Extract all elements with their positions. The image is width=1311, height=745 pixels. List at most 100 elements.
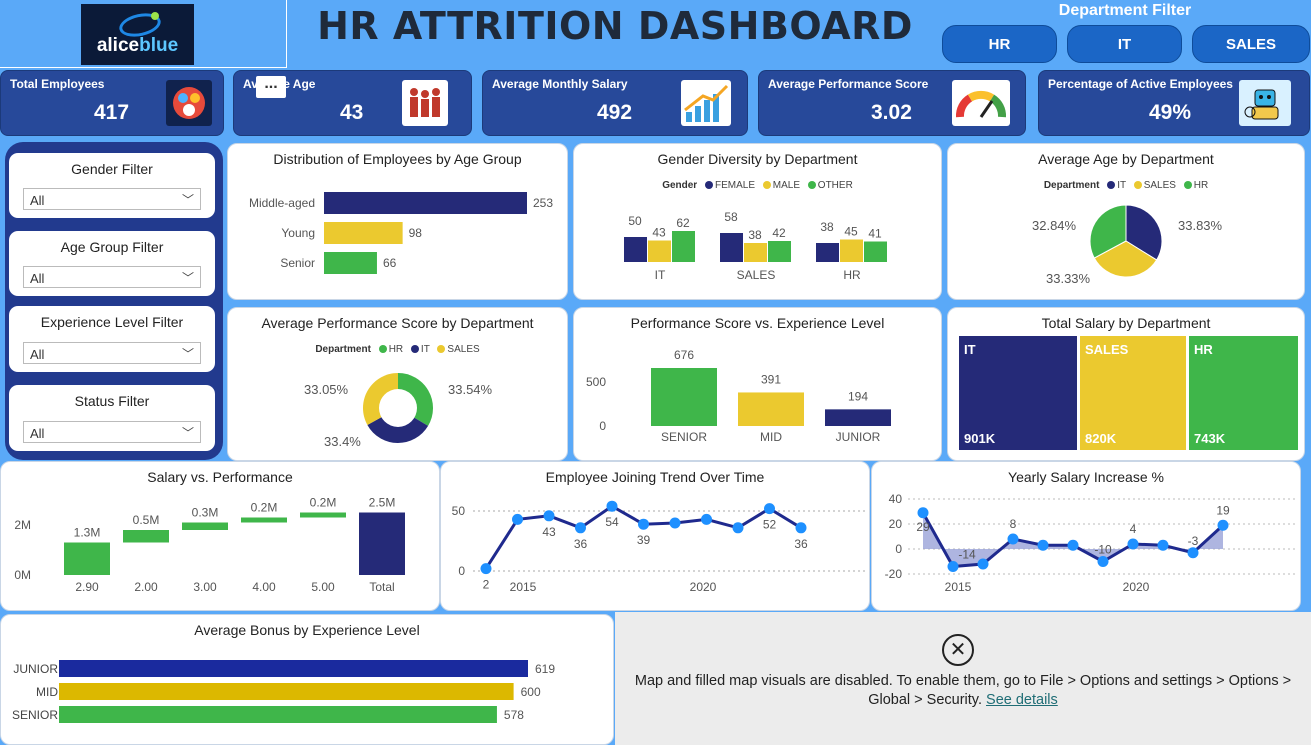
perf-department-donut: 33.54% 33.4% 33.05%: [304, 373, 493, 449]
map-message-text: Map and filled map visuals are disabled.…: [634, 673, 1292, 708]
category-label: Young: [281, 226, 315, 240]
see-details-link[interactable]: See details: [986, 692, 1058, 708]
category-label: SENIOR: [12, 708, 58, 722]
treemap-cell-sales[interactable]: SALES 820K: [1080, 336, 1188, 450]
data-label: 33.05%: [304, 382, 349, 397]
filter-value: All: [30, 193, 45, 208]
data-point: [764, 503, 775, 515]
gender-filter-select[interactable]: All ﹀: [23, 188, 201, 210]
data-label: 0.2M: [310, 496, 337, 510]
bar: [720, 233, 743, 262]
data-label: 33.83%: [1178, 218, 1223, 233]
perf-experience-chart: 500 0 676 SENIOR 391 MID 194 JUNIOR: [586, 348, 891, 444]
avg-age-department-card: Average Age by Department Department IT …: [947, 143, 1305, 300]
age-group-filter-select[interactable]: All ﹀: [23, 266, 201, 288]
dept-button-hr[interactable]: HR: [942, 25, 1057, 63]
bar: [840, 239, 863, 262]
data-label: 52: [763, 518, 777, 532]
bar: [324, 192, 527, 214]
filter-value: All: [30, 347, 45, 362]
total-salary-card: Total Salary by Department IT 901K SALES 82…: [947, 307, 1305, 461]
data-point: [795, 522, 807, 534]
perf-experience-card: Performance Score vs. Experience Level 5…: [573, 307, 942, 461]
bar: [744, 243, 767, 262]
data-label: 391: [761, 372, 781, 386]
category-label: SALES: [737, 268, 776, 282]
data-point: [1097, 556, 1109, 567]
bar: [324, 252, 377, 274]
category-label: HR: [843, 268, 861, 282]
bar: [648, 240, 671, 262]
data-label: 29: [916, 520, 930, 534]
tick-label: 0: [895, 542, 902, 556]
data-label: 43: [542, 525, 556, 539]
data-label: 0.5M: [133, 513, 160, 527]
joining-trend-chart: 50 0 2 43 36 54 39 52 36 2015 2020: [452, 500, 866, 594]
chevron-down-icon: ﹀: [181, 426, 194, 440]
tick-label: 2015: [510, 580, 537, 594]
experience-filter-select[interactable]: All ﹀: [23, 342, 201, 364]
dept-button-it[interactable]: IT: [1067, 25, 1182, 63]
filter-label: Status Filter: [74, 393, 150, 409]
bar: [672, 231, 695, 262]
logo-text-b: blue: [139, 35, 179, 56]
kpi-label: Average Monthly Salary: [492, 77, 628, 91]
data-label: 676: [674, 348, 694, 362]
data-label: 578: [504, 708, 524, 722]
bar: [651, 368, 717, 426]
kpi-percentage-active-employees: Percentage of Active Employees 49%: [1038, 70, 1310, 136]
category-label: MID: [36, 685, 58, 699]
total-salary-treemap: IT 901K SALES 820K HR 743K: [959, 336, 1300, 450]
dept-button-sales[interactable]: SALES: [1192, 25, 1310, 63]
family-icon: [402, 80, 448, 126]
data-label: 58: [724, 210, 738, 224]
kpi-average-monthly-salary: Average Monthly Salary 492: [482, 70, 748, 136]
age-group-filter[interactable]: Age Group Filter All ﹀: [9, 231, 215, 296]
bar: [768, 241, 791, 262]
filter-sidebar: Gender Filter All ﹀ Age Group Filter All ﹀…: [5, 142, 223, 460]
page-title: HR ATTRITION DASHBOARD: [317, 4, 913, 48]
data-point: [606, 500, 618, 512]
chevron-down-icon: ﹀: [181, 347, 194, 361]
category-label: 2.90: [75, 580, 99, 594]
category-label: 3.00: [193, 580, 217, 594]
data-label: 8: [1010, 517, 1017, 531]
status-filter-select[interactable]: All ﹀: [23, 421, 201, 443]
bonus-chart: JUNIOR 619 MID 600 SENIOR 578: [12, 660, 555, 723]
gender-filter[interactable]: Gender Filter All ﹀: [9, 153, 215, 218]
category-label: Senior: [280, 256, 315, 270]
data-point: [732, 522, 744, 534]
data-label: 54: [605, 515, 619, 529]
data-label: 98: [409, 226, 423, 240]
treemap-value: 743K: [1194, 431, 1226, 446]
category-label: JUNIOR: [13, 662, 58, 676]
data-label: 33.33%: [1046, 271, 1091, 286]
treemap-cell-it[interactable]: IT 901K: [959, 336, 1079, 450]
status-filter[interactable]: Status Filter All ﹀: [9, 385, 215, 451]
filter-value: All: [30, 271, 45, 286]
tick-label: 20: [889, 517, 903, 531]
data-point: [1067, 539, 1079, 551]
category-label: JUNIOR: [836, 430, 881, 444]
experience-level-filter[interactable]: Experience Level Filter All ﹀: [9, 306, 215, 372]
treemap-value: 820K: [1085, 431, 1117, 446]
data-label: 39: [637, 533, 651, 547]
tick-label: 0M: [14, 568, 31, 582]
more-options-button[interactable]: ...: [256, 76, 286, 98]
treemap-label: HR: [1194, 342, 1213, 357]
category-label: 5.00: [311, 580, 335, 594]
age-group-chart-card: Distribution of Employees by Age Group M…: [227, 143, 568, 300]
data-point: [1217, 519, 1229, 531]
data-label: 42: [772, 226, 786, 240]
bar: [59, 660, 528, 677]
tick-label: 2020: [1123, 580, 1150, 594]
bar: [59, 683, 514, 700]
people-network-icon: [166, 80, 212, 126]
data-label: 50: [628, 214, 642, 228]
treemap-cell-hr[interactable]: HR 743K: [1189, 336, 1300, 450]
data-point: [1127, 538, 1139, 550]
data-point: [1037, 539, 1049, 551]
yearly-salary-chart: 40 20 0 -20 29 -14 8 -10 4 -3 19 2015 2020: [885, 492, 1297, 594]
data-label: 38: [748, 228, 762, 242]
data-label: 32.84%: [1032, 218, 1077, 233]
